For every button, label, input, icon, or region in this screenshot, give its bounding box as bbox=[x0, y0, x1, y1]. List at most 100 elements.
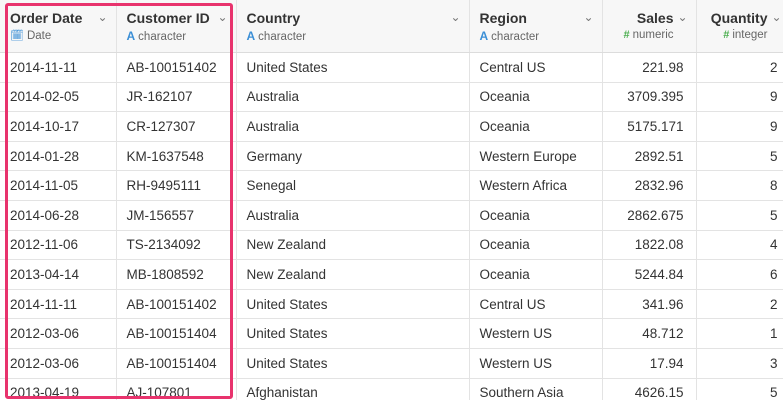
table-cell[interactable]: TS-2134092 bbox=[116, 230, 237, 261]
table-cell[interactable]: Afghanistan bbox=[236, 378, 470, 400]
table-cell[interactable]: 1822.08 bbox=[602, 230, 697, 261]
table-cell[interactable]: 2014-11-05 bbox=[0, 170, 117, 201]
table-cell[interactable]: 2 bbox=[696, 289, 783, 320]
table-row[interactable]: 2014-11-05 RH-9495111 Senegal Western Afric… bbox=[0, 170, 783, 201]
table-row[interactable]: 2014-02-05 JR-162107 Australia Oceania 3709.… bbox=[0, 82, 783, 113]
chevron-down-icon[interactable]: ⌄ bbox=[450, 10, 460, 24]
table-cell[interactable]: 9 bbox=[696, 111, 783, 142]
table-cell[interactable]: JR-162107 bbox=[116, 82, 237, 113]
table-cell[interactable]: 2832.96 bbox=[602, 170, 697, 201]
table-cell[interactable]: Western Europe bbox=[469, 141, 603, 172]
table-cell[interactable]: Central US bbox=[469, 52, 603, 83]
table-row[interactable]: 2014-01-28 KM-1637548 Germany Western Europ… bbox=[0, 141, 783, 172]
table-cell[interactable]: 2014-11-11 bbox=[0, 52, 117, 83]
table-cell[interactable]: Senegal bbox=[236, 170, 470, 201]
table-row[interactable]: 2013-04-14 MB-1808592 New Zealand Oceania 52… bbox=[0, 259, 783, 290]
column-header-order-date[interactable]: Order Date 🗓 Date ⌄ bbox=[0, 0, 117, 53]
table-cell[interactable]: RH-9495111 bbox=[116, 170, 237, 201]
table-cell[interactable]: New Zealand bbox=[236, 259, 470, 290]
table-cell[interactable]: JM-156557 bbox=[116, 200, 237, 231]
table-cell[interactable]: AB-100151402 bbox=[116, 289, 237, 320]
table-cell[interactable]: United States bbox=[236, 52, 470, 83]
table-cell[interactable]: KM-1637548 bbox=[116, 141, 237, 172]
table-cell[interactable]: 17.94 bbox=[602, 348, 697, 379]
table-cell[interactable]: Australia bbox=[236, 111, 470, 142]
chevron-down-icon[interactable]: ⌄ bbox=[97, 10, 107, 24]
table-cell[interactable]: 2862.675 bbox=[602, 200, 697, 231]
column-header-region[interactable]: Region Acharacter ⌄ bbox=[469, 0, 603, 53]
table-cell[interactable]: Western Africa bbox=[469, 170, 603, 201]
table-cell[interactable]: Oceania bbox=[469, 111, 603, 142]
table-cell[interactable]: 5 bbox=[696, 141, 783, 172]
table-cell[interactable]: 341.96 bbox=[602, 289, 697, 320]
table-cell[interactable]: Germany bbox=[236, 141, 470, 172]
table-cell[interactable]: 2013-04-19 bbox=[0, 378, 117, 400]
table-cell[interactable]: 2892.51 bbox=[602, 141, 697, 172]
table-row[interactable]: 2014-06-28 JM-156557 Australia Oceania 2862.… bbox=[0, 200, 783, 231]
table-cell[interactable]: United States bbox=[236, 318, 470, 349]
chevron-down-icon[interactable]: ⌄ bbox=[583, 10, 593, 24]
table-cell[interactable]: AJ-107801 bbox=[116, 378, 237, 400]
table-cell[interactable]: 4 bbox=[696, 230, 783, 261]
table-cell[interactable]: Oceania bbox=[469, 82, 603, 113]
table-cell[interactable]: 2013-04-14 bbox=[0, 259, 117, 290]
table-row[interactable]: 2012-03-06 AB-100151404 United States Weste… bbox=[0, 348, 783, 379]
table-cell[interactable]: Australia bbox=[236, 200, 470, 231]
table-cell[interactable]: 5175.171 bbox=[602, 111, 697, 142]
table-cell[interactable]: AB-100151404 bbox=[116, 348, 237, 379]
table-cell[interactable]: 3709.395 bbox=[602, 82, 697, 113]
table-cell[interactable]: 2014-01-28 bbox=[0, 141, 117, 172]
table-cell[interactable]: 4626.15 bbox=[602, 378, 697, 400]
data-table: Order Date 🗓 Date ⌄ Customer ID Acharacte… bbox=[0, 0, 783, 400]
table-cell[interactable]: 1 bbox=[696, 318, 783, 349]
table-cell[interactable]: Western US bbox=[469, 318, 603, 349]
table-cell[interactable]: 5 bbox=[696, 378, 783, 400]
column-header-sales[interactable]: Sales # numeric ⌄ bbox=[602, 0, 697, 53]
header-row: Order Date 🗓 Date ⌄ Customer ID Acharacte… bbox=[0, 0, 783, 53]
table-cell[interactable]: AB-100151404 bbox=[116, 318, 237, 349]
table-row[interactable]: 2014-10-17 CR-127307 Australia Oceania 5175.… bbox=[0, 111, 783, 142]
table-cell[interactable]: 48.712 bbox=[602, 318, 697, 349]
table-cell[interactable]: 3 bbox=[696, 348, 783, 379]
table-cell[interactable]: 2012-11-06 bbox=[0, 230, 117, 261]
table-cell[interactable]: Oceania bbox=[469, 200, 603, 231]
table-cell[interactable]: 2 bbox=[696, 52, 783, 83]
table-cell[interactable]: 9 bbox=[696, 82, 783, 113]
table-cell[interactable]: United States bbox=[236, 348, 470, 379]
table-row[interactable]: 2014-11-11 AB-100151402 United States Centr… bbox=[0, 289, 783, 320]
table-cell[interactable]: 5244.84 bbox=[602, 259, 697, 290]
table-cell[interactable]: 2014-06-28 bbox=[0, 200, 117, 231]
table-row[interactable]: 2012-03-06 AB-100151404 United States Weste… bbox=[0, 318, 783, 349]
table-cell[interactable]: Oceania bbox=[469, 259, 603, 290]
table-cell[interactable]: MB-1808592 bbox=[116, 259, 237, 290]
table-cell[interactable]: Southern Asia bbox=[469, 378, 603, 400]
table-cell[interactable]: 6 bbox=[696, 259, 783, 290]
table-cell[interactable]: Australia bbox=[236, 82, 470, 113]
table-row[interactable]: 2013-04-19 AJ-107801 Afghanistan Southern A… bbox=[0, 378, 783, 400]
table-cell[interactable]: CR-127307 bbox=[116, 111, 237, 142]
table-cell[interactable]: Central US bbox=[469, 289, 603, 320]
table-row[interactable]: 2012-11-06 TS-2134092 New Zealand Oceania 18… bbox=[0, 230, 783, 261]
table-cell[interactable]: AB-100151402 bbox=[116, 52, 237, 83]
table-cell[interactable]: Oceania bbox=[469, 230, 603, 261]
chevron-down-icon[interactable]: ⌄ bbox=[217, 10, 227, 24]
character-type-icon: A bbox=[126, 29, 136, 43]
table-cell[interactable]: 2012-03-06 bbox=[0, 318, 117, 349]
table-cell[interactable]: 221.98 bbox=[602, 52, 697, 83]
column-header-quantity[interactable]: Quantity # integer ⌄ bbox=[696, 0, 783, 53]
table-cell[interactable]: New Zealand bbox=[236, 230, 470, 261]
table-cell[interactable]: Western US bbox=[469, 348, 603, 379]
table-cell[interactable]: 2014-11-11 bbox=[0, 289, 117, 320]
table-cell[interactable]: 8 bbox=[696, 170, 783, 201]
table-cell[interactable]: 2014-10-17 bbox=[0, 111, 117, 142]
table-cell[interactable]: 2014-02-05 bbox=[0, 82, 117, 113]
column-name: Region bbox=[479, 10, 527, 26]
chevron-down-icon[interactable]: ⌄ bbox=[771, 10, 781, 24]
table-cell[interactable]: 5 bbox=[696, 200, 783, 231]
table-row[interactable]: 2014-11-11 AB-100151402 United States Centr… bbox=[0, 52, 783, 83]
chevron-down-icon[interactable]: ⌄ bbox=[677, 10, 687, 24]
table-cell[interactable]: United States bbox=[236, 289, 470, 320]
column-header-country[interactable]: Country Acharacter ⌄ bbox=[236, 0, 470, 53]
table-cell[interactable]: 2012-03-06 bbox=[0, 348, 117, 379]
column-header-customer-id[interactable]: Customer ID Acharacter ⌄ bbox=[116, 0, 237, 53]
